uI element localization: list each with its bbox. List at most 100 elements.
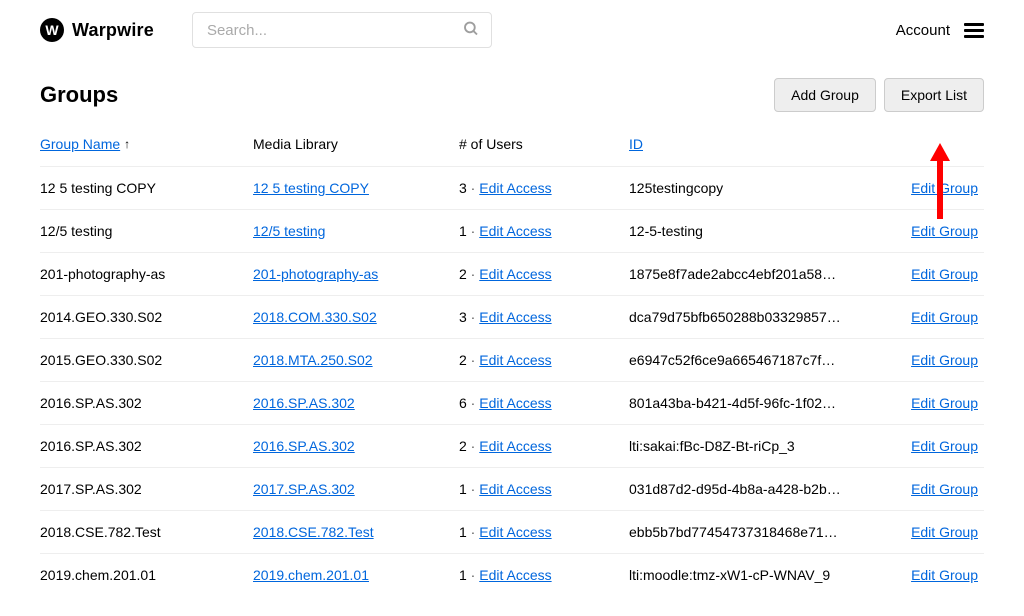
edit-group-link[interactable]: Edit Group — [911, 524, 978, 540]
cell-id: 12-5-testing — [629, 210, 859, 253]
table-row: 12 5 testing COPY12 5 testing COPY3 · Ed… — [40, 167, 984, 210]
page-title: Groups — [40, 82, 118, 108]
edit-group-link[interactable]: Edit Group — [911, 309, 978, 325]
user-count: 1 — [459, 481, 467, 497]
brand[interactable]: W Warpwire — [40, 18, 154, 42]
user-count: 6 — [459, 395, 467, 411]
cell-users: 2 · Edit Access — [459, 253, 629, 296]
media-library-link[interactable]: 12/5 testing — [253, 223, 325, 239]
cell-media-library: 2019.chem.201.01 — [253, 554, 459, 597]
user-count: 2 — [459, 352, 467, 368]
table-row: 2017.SP.AS.3022017.SP.AS.302 1 · Edit Acc… — [40, 468, 984, 511]
cell-media-library: 12/5 testing — [253, 210, 459, 253]
edit-access-link[interactable]: Edit Access — [479, 524, 551, 540]
cell-actions: Edit Group — [859, 210, 984, 253]
cell-users: 1 · Edit Access — [459, 210, 629, 253]
separator: · — [467, 395, 479, 411]
edit-access-link[interactable]: Edit Access — [479, 266, 551, 282]
edit-group-link[interactable]: Edit Group — [911, 352, 978, 368]
cell-users: 3 · Edit Access — [459, 296, 629, 339]
cell-group-name: 2017.SP.AS.302 — [40, 468, 253, 511]
cell-group-name: 2015.GEO.330.S02 — [40, 339, 253, 382]
cell-media-library: 2017.SP.AS.302 — [253, 468, 459, 511]
media-library-link[interactable]: 2017.SP.AS.302 — [253, 481, 355, 497]
edit-group-link[interactable]: Edit Group — [911, 395, 978, 411]
edit-access-link[interactable]: Edit Access — [479, 567, 551, 583]
edit-group-link[interactable]: Edit Group — [911, 567, 978, 583]
separator: · — [467, 352, 479, 368]
edit-access-link[interactable]: Edit Access — [479, 223, 551, 239]
separator: · — [467, 567, 479, 583]
media-library-link[interactable]: 2016.SP.AS.302 — [253, 395, 355, 411]
media-library-link[interactable]: 2018.COM.330.S02 — [253, 309, 377, 325]
table-row: 2016.SP.AS.3022016.SP.AS.3022 · Edit Acc… — [40, 425, 984, 468]
user-count: 3 — [459, 309, 467, 325]
cell-id: ebb5b7bd77454737318468e71… — [629, 511, 859, 554]
search-icon[interactable] — [462, 20, 480, 41]
user-count: 1 — [459, 567, 467, 583]
separator: · — [467, 223, 479, 239]
edit-group-link[interactable]: Edit Group — [911, 438, 978, 454]
edit-group-link[interactable]: Edit Group — [911, 223, 978, 239]
edit-group-link[interactable]: Edit Group — [911, 266, 978, 282]
cell-users: 3 · Edit Access — [459, 167, 629, 210]
user-count: 1 — [459, 524, 467, 540]
cell-actions: Edit Group — [859, 554, 984, 597]
export-list-button[interactable]: Export List — [884, 78, 984, 112]
media-library-link[interactable]: 2018.CSE.782.Test — [253, 524, 374, 540]
media-library-link[interactable]: 2018.MTA.250.S02 — [253, 352, 373, 368]
media-library-link[interactable]: 12 5 testing COPY — [253, 180, 369, 196]
cell-actions: Edit Group — [859, 425, 984, 468]
table-row: 2014.GEO.330.S022018.COM.330.S02 3 · Edit… — [40, 296, 984, 339]
user-count: 2 — [459, 438, 467, 454]
col-group-name-label[interactable]: Group Name — [40, 136, 120, 152]
edit-access-link[interactable]: Edit Access — [479, 352, 551, 368]
cell-actions: Edit Group — [859, 339, 984, 382]
user-count: 3 — [459, 180, 467, 196]
groups-table: Group Name↑ Media Library # of Users ID … — [40, 136, 984, 596]
separator: · — [467, 524, 479, 540]
cell-actions: Edit Group — [859, 296, 984, 339]
cell-group-name: 2016.SP.AS.302 — [40, 382, 253, 425]
search-input[interactable] — [192, 12, 492, 48]
account-link[interactable]: Account — [896, 22, 950, 39]
col-group-name[interactable]: Group Name ↑ — [40, 136, 253, 167]
content: Groups Add Group Export List Group Name ↑… — [0, 60, 1024, 616]
cell-group-name: 2014.GEO.330.S02 — [40, 296, 253, 339]
sort-asc-icon: ↑ — [124, 137, 130, 151]
media-library-link[interactable]: 2019.chem.201.01 — [253, 567, 369, 583]
menu-icon[interactable] — [964, 23, 984, 38]
cell-group-name: 2018.CSE.782.Test — [40, 511, 253, 554]
edit-access-link[interactable]: Edit Access — [479, 481, 551, 497]
cell-group-name: 12/5 testing — [40, 210, 253, 253]
cell-id: 1875e8f7ade2abcc4ebf201a58… — [629, 253, 859, 296]
edit-group-link[interactable]: Edit Group — [911, 481, 978, 497]
edit-access-link[interactable]: Edit Access — [479, 438, 551, 454]
cell-actions: Edit Group — [859, 468, 984, 511]
topbar: W Warpwire Account — [0, 0, 1024, 60]
col-actions — [859, 136, 984, 167]
cell-users: 1 · Edit Access — [459, 468, 629, 511]
heading-row: Groups Add Group Export List — [40, 78, 984, 112]
brand-logo: W — [40, 18, 64, 42]
search-wrap — [192, 12, 492, 48]
cell-media-library: 2016.SP.AS.302 — [253, 382, 459, 425]
cell-actions: Edit Group — [859, 253, 984, 296]
add-group-button[interactable]: Add Group — [774, 78, 876, 112]
media-library-link[interactable]: 2016.SP.AS.302 — [253, 438, 355, 454]
action-buttons: Add Group Export List — [774, 78, 984, 112]
topbar-right: Account — [896, 22, 984, 39]
edit-group-link[interactable]: Edit Group — [911, 180, 978, 196]
separator: · — [467, 438, 479, 454]
edit-access-link[interactable]: Edit Access — [479, 180, 551, 196]
edit-access-link[interactable]: Edit Access — [479, 395, 551, 411]
cell-id: dca79d75bfb650288b03329857… — [629, 296, 859, 339]
col-id-label[interactable]: ID — [629, 136, 643, 152]
table-row: 2016.SP.AS.3022016.SP.AS.302 6 · Edit Acc… — [40, 382, 984, 425]
cell-users: 2 · Edit Access — [459, 339, 629, 382]
media-library-link[interactable]: 201-photography-as — [253, 266, 378, 282]
cell-group-name: 2019.chem.201.01 — [40, 554, 253, 597]
edit-access-link[interactable]: Edit Access — [479, 309, 551, 325]
col-id[interactable]: ID — [629, 136, 859, 167]
cell-users: 6 · Edit Access — [459, 382, 629, 425]
